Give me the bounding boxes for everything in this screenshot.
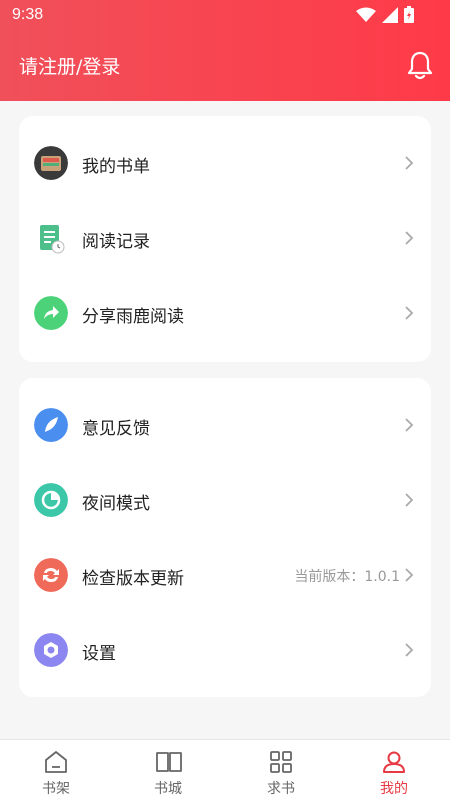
menu-card-secondary: 意见反馈 夜间模式 检查版本更新 当前版本：1.0.1 设置: [19, 378, 431, 697]
chevron-right-icon: [405, 231, 414, 245]
wifi-icon: [356, 7, 376, 22]
chevron-right-icon: [405, 493, 414, 507]
menu-item-share-app[interactable]: 分享雨鹿阅读: [19, 284, 431, 344]
feather-icon: [34, 408, 68, 442]
current-version-value: 当前版本：1.0.1: [294, 569, 400, 585]
settings-icon: [34, 633, 68, 667]
menu-item-label: 阅读记录: [82, 232, 150, 252]
menu-item-feedback[interactable]: 意见反馈: [19, 396, 431, 456]
chevron-right-icon: [405, 306, 414, 320]
menu-card-primary: 我的书单 阅读记录 分享雨鹿阅读: [19, 116, 431, 362]
menu-item-my-booklist[interactable]: 我的书单: [19, 134, 431, 194]
menu-item-label: 夜间模式: [82, 494, 150, 514]
wallet-icon: [34, 146, 68, 180]
battery-icon: [404, 6, 414, 23]
status-time: 9:38: [12, 6, 44, 23]
menu-item-label: 检查版本更新: [82, 569, 184, 589]
tab-label: 书城: [154, 781, 182, 797]
bell-icon[interactable]: [406, 50, 434, 80]
share-icon: [34, 296, 68, 330]
reading-record-icon: [40, 225, 65, 254]
refresh-icon: [34, 558, 68, 592]
tab-label: 我的: [380, 781, 408, 797]
open-book-icon: [156, 752, 182, 772]
grid-icon: [270, 751, 292, 773]
menu-item-label: 我的书单: [82, 157, 150, 177]
chevron-right-icon: [405, 643, 414, 657]
home-icon: [45, 751, 67, 773]
tab-bookshelf[interactable]: 书架: [0, 740, 112, 799]
status-bar: 9:38: [0, 0, 450, 32]
menu-item-label: 分享雨鹿阅读: [82, 307, 184, 327]
tab-bookstore[interactable]: 书城: [112, 740, 224, 799]
status-icons: [356, 6, 414, 23]
tab-mine[interactable]: 我的: [338, 740, 450, 799]
chevron-right-icon: [405, 418, 414, 432]
menu-item-settings[interactable]: 设置: [19, 621, 431, 681]
signal-icon: [382, 6, 398, 23]
bottom-tab-bar: 书架 书城 求书 我的: [0, 739, 450, 799]
tab-request-book[interactable]: 求书: [225, 740, 337, 799]
login-register-link[interactable]: 请注册/登录: [19, 52, 120, 79]
menu-item-night-mode[interactable]: 夜间模式: [19, 471, 431, 531]
tab-label: 求书: [267, 781, 295, 797]
chevron-right-icon: [405, 568, 414, 582]
chevron-right-icon: [405, 156, 414, 170]
user-icon: [383, 751, 405, 773]
night-mode-icon: [34, 483, 68, 517]
menu-item-label: 设置: [82, 644, 116, 664]
header: 9:38 请注册/登录: [0, 0, 450, 101]
menu-item-check-update[interactable]: 检查版本更新 当前版本：1.0.1: [19, 546, 431, 606]
menu-item-label: 意见反馈: [82, 419, 150, 439]
tab-label: 书架: [42, 781, 70, 797]
menu-item-reading-history[interactable]: 阅读记录: [19, 209, 431, 269]
